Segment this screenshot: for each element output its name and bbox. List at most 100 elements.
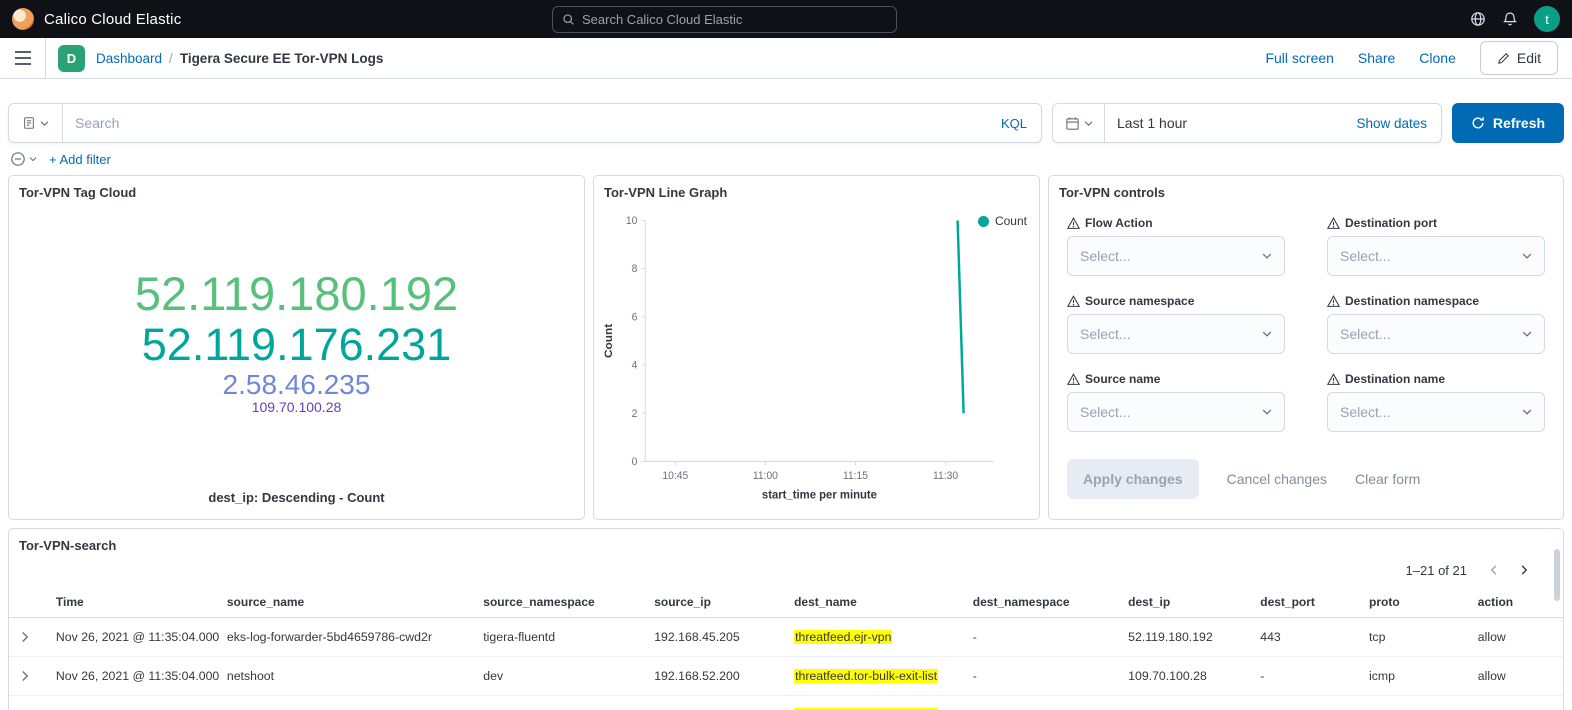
cell-Time: Nov 26, 2021 @ 11:35:04.000	[48, 618, 219, 657]
space-badge[interactable]: D	[58, 45, 85, 72]
chevron-down-icon	[1262, 251, 1272, 261]
select-placeholder: Select...	[1080, 326, 1262, 342]
table-row: Nov 26, 2021 @ 11:35:04.000netshootdev19…	[9, 657, 1563, 696]
column-header-dest_port[interactable]: dest_port	[1252, 587, 1361, 618]
select-placeholder: Select...	[1340, 404, 1522, 420]
cell-source_namespace: dev	[475, 657, 646, 696]
column-header-source_ip[interactable]: source_ip	[646, 587, 786, 618]
select-destination-port[interactable]: Select...	[1327, 236, 1545, 276]
filter-options-button[interactable]	[10, 151, 37, 167]
tag-cloud-term[interactable]: 2.58.46.235	[223, 370, 371, 401]
calendar-button[interactable]	[1053, 104, 1105, 142]
control-label: Source namespace	[1067, 294, 1285, 308]
show-dates-link[interactable]: Show dates	[1356, 116, 1441, 131]
previous-page-button[interactable]	[1481, 557, 1507, 583]
tag-cloud-term[interactable]: 52.119.180.192	[135, 268, 458, 320]
brand-title: Calico Cloud Elastic	[44, 11, 181, 28]
expand-row-button[interactable]	[17, 629, 33, 645]
controls-grid: Flow ActionSelect...Destination portSele…	[1049, 204, 1563, 439]
tag-cloud-term[interactable]: 52.119.176.231	[142, 320, 451, 370]
select-source-name[interactable]: Select...	[1067, 392, 1285, 432]
column-header-source_name[interactable]: source_name	[219, 587, 475, 618]
cell-dest_name: threatfeed.tor-bulk-exit-list	[786, 696, 965, 710]
column-header-action[interactable]: action	[1470, 587, 1563, 618]
avatar[interactable]: t	[1534, 6, 1560, 32]
breadcrumb-bar: D Dashboard / Tigera Secure EE Tor-VPN L…	[0, 38, 1572, 79]
column-header-dest_namespace[interactable]: dest_namespace	[965, 587, 1120, 618]
warning-icon	[1067, 295, 1080, 308]
svg-text:0: 0	[632, 456, 638, 468]
control-field-destination-namespace: Destination namespace Select...	[1327, 294, 1545, 354]
header-actions: t	[1470, 6, 1560, 32]
clear-form-button[interactable]: Clear form	[1355, 471, 1420, 487]
breadcrumb-dashboard-link[interactable]: Dashboard	[96, 51, 162, 66]
refresh-icon	[1471, 116, 1485, 130]
query-language-button[interactable]: KQL	[987, 116, 1041, 131]
tag-cloud-term[interactable]: 109.70.100.28	[252, 400, 342, 415]
query-input[interactable]: KQL	[8, 103, 1042, 143]
share-link[interactable]: Share	[1358, 50, 1395, 66]
column-header-dest_name[interactable]: dest_name	[786, 587, 965, 618]
clone-link[interactable]: Clone	[1419, 50, 1456, 66]
cell-proto: icmp	[1361, 657, 1470, 696]
control-label: Destination port	[1327, 216, 1545, 230]
column-header-Time[interactable]: Time	[48, 587, 219, 618]
scrollbar-thumb[interactable]	[1554, 549, 1560, 601]
select-destination-namespace[interactable]: Select...	[1327, 314, 1545, 354]
select-placeholder: Select...	[1080, 404, 1262, 420]
saved-query-menu-button[interactable]	[9, 104, 63, 142]
column-header-dest_ip[interactable]: dest_ip	[1120, 587, 1252, 618]
full-screen-link[interactable]: Full screen	[1265, 50, 1333, 66]
svg-text:11:15: 11:15	[843, 470, 868, 482]
svg-text:10: 10	[626, 215, 638, 227]
select-flow-action[interactable]: Select...	[1067, 236, 1285, 276]
refresh-button[interactable]: Refresh	[1452, 103, 1564, 143]
select-destination-name[interactable]: Select...	[1327, 392, 1545, 432]
svg-text:11:30: 11:30	[933, 470, 958, 482]
column-header-proto[interactable]: proto	[1361, 587, 1470, 618]
line-chart-area: Count 024681010:4511:0011:1511:30Countst…	[594, 204, 1039, 519]
edit-button[interactable]: Edit	[1480, 41, 1558, 75]
cell-action: allow	[1470, 618, 1563, 657]
tag-cloud: 52.119.180.19252.119.176.2312.58.46.2351…	[9, 204, 584, 480]
svg-text:2: 2	[632, 408, 638, 420]
select-placeholder: Select...	[1080, 248, 1262, 264]
add-filter-link[interactable]: + Add filter	[49, 152, 111, 167]
global-search[interactable]	[552, 6, 897, 33]
search-input[interactable]	[63, 115, 987, 131]
cell-proto: tcp	[1361, 618, 1470, 657]
pagination-count: 1–21 of 21	[1406, 563, 1467, 578]
chart-legend[interactable]: Count	[978, 214, 1027, 228]
next-page-button[interactable]	[1511, 557, 1537, 583]
pagination: 1–21 of 21	[9, 557, 1563, 587]
edit-button-label: Edit	[1517, 50, 1541, 66]
chevron-down-icon	[1522, 329, 1532, 339]
control-label-text: Destination namespace	[1345, 294, 1479, 308]
controls-buttons: Apply changes Cancel changes Clear form	[1049, 439, 1563, 519]
panel-line-graph: Tor-VPN Line Graph Count 024681010:4511:…	[593, 175, 1040, 520]
brand-logo-icon[interactable]	[12, 8, 34, 30]
cell-action: allow	[1470, 657, 1563, 696]
select-source-namespace[interactable]: Select...	[1067, 314, 1285, 354]
cancel-changes-button[interactable]: Cancel changes	[1227, 471, 1327, 487]
notifications-icon[interactable]	[1502, 11, 1518, 27]
cell-source_ip: 192.168.52.200	[646, 657, 786, 696]
filter-options-icon	[10, 151, 26, 167]
column-header-source_namespace[interactable]: source_namespace	[475, 587, 646, 618]
menu-button[interactable]	[0, 38, 46, 78]
hamburger-icon	[14, 51, 32, 65]
time-range-value[interactable]: Last 1 hour	[1105, 115, 1187, 131]
panel-tag-cloud: Tor-VPN Tag Cloud 52.119.180.19252.119.1…	[8, 175, 585, 520]
expand-row-button[interactable]	[17, 668, 33, 684]
apply-changes-button[interactable]: Apply changes	[1067, 459, 1199, 499]
global-header: Calico Cloud Elastic t	[0, 0, 1572, 38]
chevron-down-icon	[1262, 407, 1272, 417]
help-icon[interactable]	[1470, 11, 1486, 27]
control-label-text: Destination port	[1345, 216, 1437, 230]
cell-Time: Nov 26, 2021 @ 11:34:54.000	[48, 696, 219, 710]
global-search-input[interactable]	[582, 12, 887, 27]
table-header-row: Timesource_namesource_namespacesource_ip…	[9, 587, 1563, 618]
breadcrumb-current: Tigera Secure EE Tor-VPN Logs	[180, 51, 384, 66]
svg-text:6: 6	[632, 311, 638, 323]
dashboard-actions: Full screen Share Clone Edit	[1265, 41, 1572, 75]
